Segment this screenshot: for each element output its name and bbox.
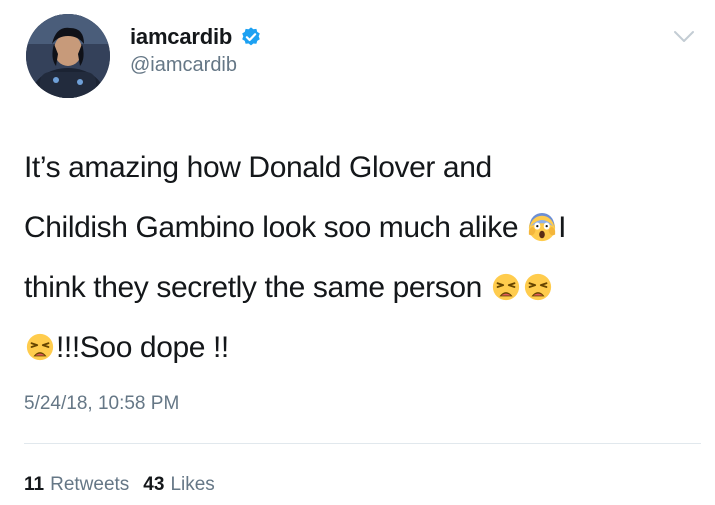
user-info: iamcardib @iamcardib — [130, 22, 262, 77]
tweet-text-segment: Childish Gambino look soo much alike — [24, 211, 527, 244]
weary-face-emoji-icon — [523, 263, 553, 301]
tweet-text-segment: think they secretly the same person — [24, 271, 490, 304]
retweets-label: Retweets — [50, 474, 130, 495]
avatar[interactable] — [26, 14, 110, 98]
chevron-down-icon[interactable] — [673, 30, 695, 44]
tweet-text: It’s amazing how Donald Glover and Childi… — [24, 138, 699, 378]
likes-count: 43 — [143, 474, 165, 495]
likes-stat[interactable]: 43 Likes — [143, 474, 215, 496]
tweet-timestamp[interactable]: 5/24/18, 10:58 PM — [24, 393, 179, 415]
tweet-text-segment: I — [558, 211, 567, 244]
weary-face-emoji-icon — [491, 263, 521, 301]
display-name-row: iamcardib — [130, 22, 262, 52]
user-handle[interactable]: @iamcardib — [130, 54, 262, 77]
likes-label: Likes — [170, 474, 215, 495]
avatar-image — [26, 14, 110, 98]
tweet-card: iamcardib @iamcardib It’s amazing how Do… — [0, 0, 715, 505]
tweet-text-line: think they secretly the same person — [24, 258, 699, 318]
divider — [24, 443, 701, 444]
tweet-stats: 11 Retweets 43 Likes — [24, 474, 229, 496]
retweets-stat[interactable]: 11 Retweets — [24, 474, 129, 496]
weary-face-emoji-icon — [25, 323, 55, 361]
tweet-text-line: It’s amazing how Donald Glover and — [24, 138, 699, 198]
verified-badge-icon — [240, 26, 262, 48]
display-name[interactable]: iamcardib — [130, 24, 232, 50]
tweet-text-line: Childish Gambino look soo much alike I — [24, 198, 699, 258]
tweet-text-line: !!!Soo dope !! — [24, 318, 699, 378]
tweet-text-segment: !!!Soo dope !! — [56, 331, 229, 364]
retweets-count: 11 — [24, 474, 45, 495]
tweet-text-segment: It’s amazing how Donald Glover and — [24, 151, 492, 184]
face-screaming-in-fear-emoji-icon — [527, 203, 557, 242]
